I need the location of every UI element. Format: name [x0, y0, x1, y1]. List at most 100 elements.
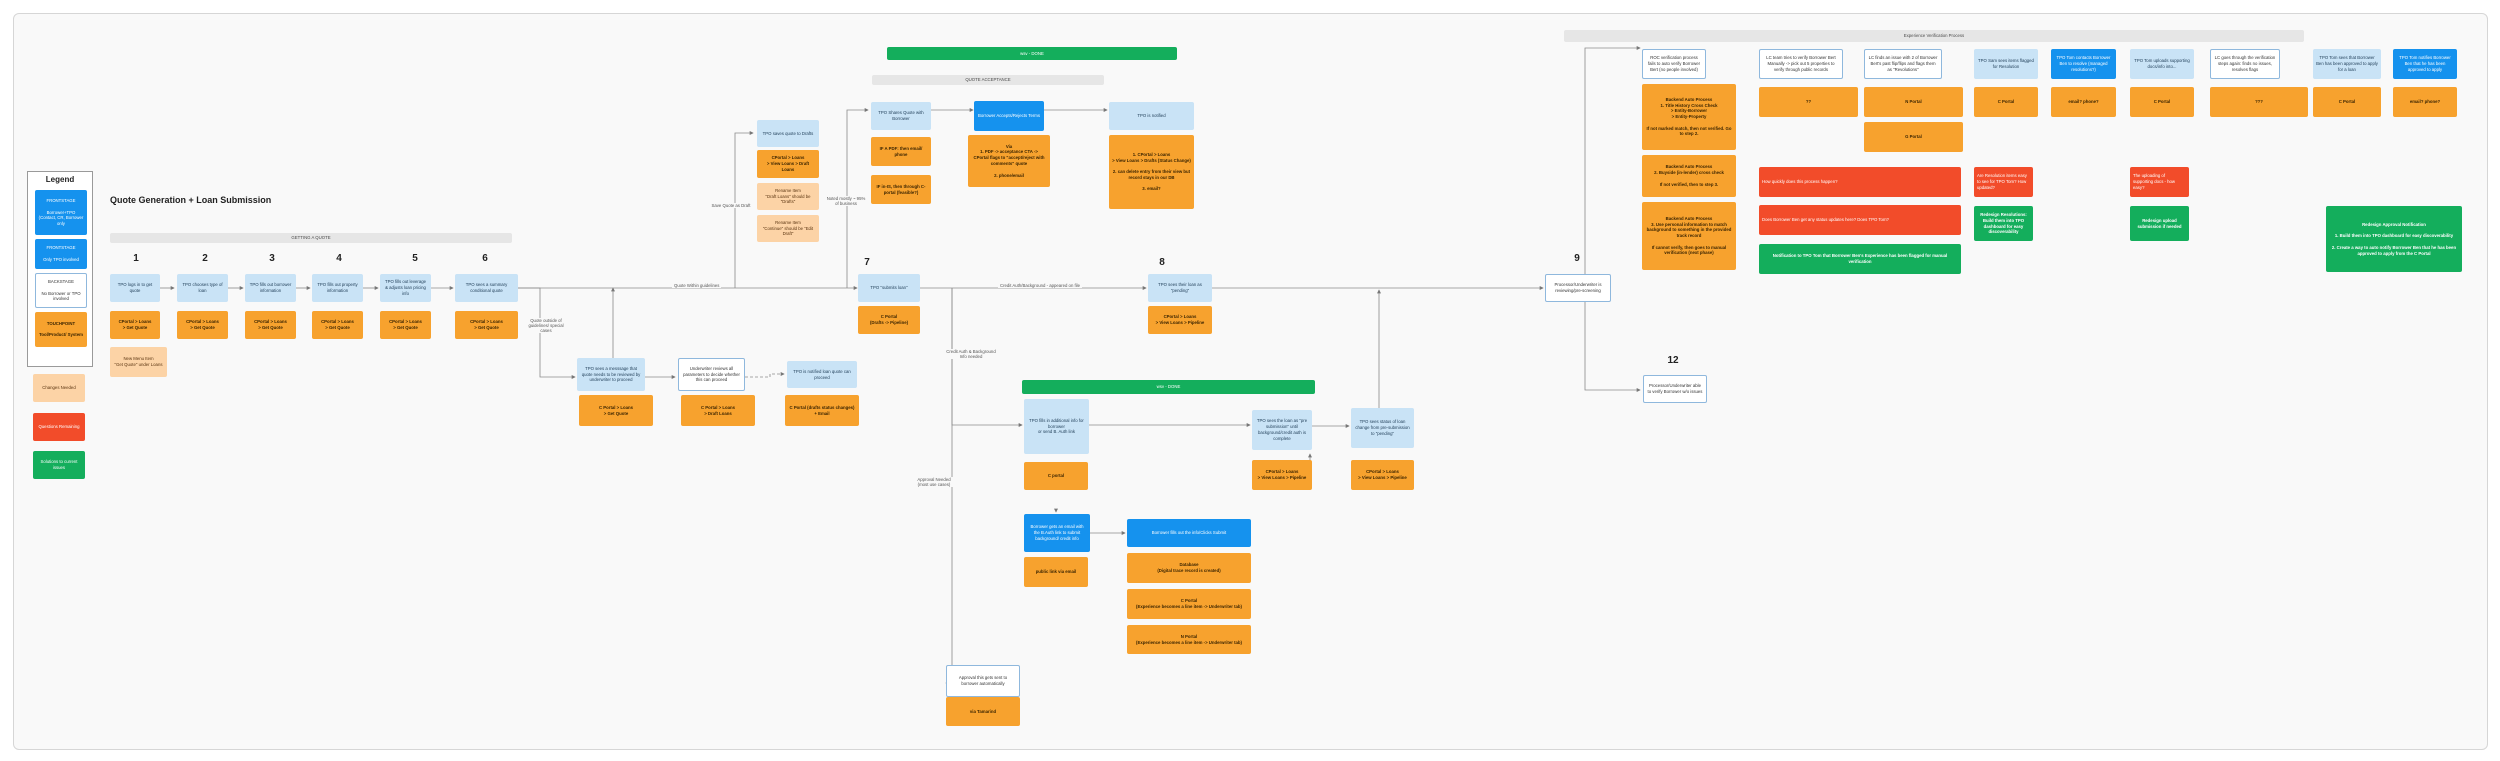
touchpoint-draft-status-email: C Portal (drafts status changes) + Email: [785, 395, 859, 426]
legend-title: Legend: [45, 175, 75, 184]
node-tpo-submit-loan: TPO "submits loan": [858, 274, 920, 302]
edge-label-outside-guidelines: Quote outside of guidelines/ special cas…: [528, 318, 564, 333]
legend-frontstage-both: FRONTSTAGE Borrower+TPO (Contact, CR, Bo…: [35, 190, 87, 235]
touchpoint-c-portal-additional: C portal: [1024, 462, 1088, 490]
section-wsv-done-1: wsv - DONE: [887, 47, 1177, 60]
step-number-12: 12: [1667, 355, 1679, 366]
step-number-7: 7: [864, 257, 870, 268]
ev-touchpoint-c-portal-3: C Portal: [2313, 87, 2381, 117]
ev-solution-notification: Notification to TPO Tom that Borrower Be…: [1759, 244, 1961, 274]
ev-question-resolution-visibility: Are Resolution items easy to see for TPO…: [1974, 167, 2033, 197]
step-number-9: 9: [1574, 253, 1580, 264]
node-approval-sent: Approval this gets sent to borrower auto…: [946, 665, 1020, 697]
touchpoint-step3: CPortal > Loans > Get Quote: [245, 311, 296, 339]
section-getting-quote: GETTING A QUOTE: [110, 233, 512, 243]
node-tpo-loan-pending: TPO sees their loan as "pending": [1148, 274, 1212, 302]
node-processor-verify: Processor/Underwriter able to verify Bor…: [1643, 375, 1707, 403]
edge-label-credit-on-file: Credit Auth/Background - appeared on fil…: [998, 283, 1083, 288]
touchpoint-step4: CPortal > Loans > Get Quote: [312, 311, 363, 339]
touchpoint-review-message: C Portal > Loans > Get Quote: [579, 395, 653, 426]
step-number-4: 4: [336, 253, 342, 264]
step-number-8: 8: [1159, 257, 1165, 268]
ev-touchpoint-c-portal-2: C Portal: [2130, 87, 2194, 117]
ev-solution-redesign-resolutions: Redesign Resolutions: Build them into TP…: [1974, 206, 2033, 241]
ev-question-upload-ease: The uploading of supporting docs - how e…: [2130, 167, 2189, 197]
legend-solutions: Solutions to current issues: [33, 451, 85, 479]
touchpoint-database-record: Database (Digital trace record is create…: [1127, 553, 1251, 583]
edge-label-within-guidelines: Quote Within guidelines: [672, 283, 722, 288]
edge-label-save-draft: Save Quote as Draft: [707, 203, 755, 208]
legend-backstage: BACKSTAGE No Borrower or TPO involved: [35, 273, 87, 308]
ev-touchpoint-email-phone-2: email? phone?: [2393, 87, 2457, 117]
touchpoint-c-portal-experience: C Portal (Experience becomes a line item…: [1127, 589, 1251, 619]
touchpoint-submit-loan: C Portal (Drafts -> Pipeline): [858, 306, 920, 334]
node-underwriter-review: Underwriter reviews all parameters to de…: [678, 358, 745, 391]
touchpoint-draft-loans: C Portal > Loans > Draft Loans: [681, 395, 755, 426]
step-number-5: 5: [412, 253, 418, 264]
legend: Legend FRONTSTAGE Borrower+TPO (Contact,…: [27, 171, 93, 367]
ev-backend-process-1: Backend Auto Process 1. Title History Cr…: [1642, 84, 1736, 150]
ev-step-manual-verify: LC team tries to verify Borrower Bert Ma…: [1759, 49, 1843, 79]
ev-step-tpo-sees-flags: TPO Sam sees items flagged for Resolutio…: [1974, 49, 2038, 79]
step-number-6: 6: [482, 253, 488, 264]
touchpoint-step1: CPortal > Loans > Get Quote: [110, 311, 160, 339]
touchpoint-status-pending: CPortal > Loans > View Loans > Pipeline: [1351, 460, 1414, 490]
section-quote-acceptance: QUOTE ACCEPTANCE: [872, 75, 1104, 85]
node-tpo-review-message: TPO sees a messsage that quote needs to …: [577, 358, 645, 391]
legend-questions-remaining: Questions Remaining: [33, 413, 85, 441]
ev-solution-redesign-upload: Redesign upload submission if needed: [2130, 206, 2189, 241]
touchpoint-tamarind: via Tamarind: [946, 697, 1020, 726]
ev-touchpoint-unknown: ??: [1759, 87, 1858, 117]
node-tpo-additional-info: TPO fills in additional info for borrowe…: [1024, 399, 1089, 454]
ev-step-tpo-uploads-docs: TPO Tom uploads supporting docs/info int…: [2130, 49, 2194, 79]
ev-touchpoint-email-phone-1: email? phone?: [2051, 87, 2116, 117]
section-wsv-done-2: wsv - DONE: [1022, 380, 1315, 394]
change-new-menu-item: New Menu Item "Get Quote" under Loans: [110, 347, 167, 377]
node-tpo-property-info: TPO fills out property information: [312, 274, 363, 302]
node-tpo-notified-proceed: TPO is notified loan quote can proceed: [787, 361, 857, 388]
ev-touchpoint-unknown-2: ???: [2210, 87, 2308, 117]
node-tpo-notified-accept: TPO is notified: [1109, 102, 1194, 130]
node-tpo-share-quote: TPO Shares Quote with Borrower: [871, 102, 931, 130]
ev-touchpoint-n-portal: N Portal: [1864, 87, 1963, 117]
node-tpo-status-pending: TPO sees status of loan change from pre-…: [1351, 408, 1414, 448]
node-borrower-submits-info: Borrower fills out the info/Clicks Submi…: [1127, 519, 1251, 547]
page-title: Quote Generation + Loan Submission: [110, 195, 272, 205]
edge-label-most-business: Noted mostly ~ 95% of business: [826, 196, 866, 206]
section-experience-verification: Experience Verification Process: [1564, 30, 2304, 42]
edge-label-credit-needed: Credit Auth & Background Info needed: [944, 349, 998, 359]
touchpoint-step2: CPortal > Loans > Get Quote: [177, 311, 228, 339]
touchpoint-n-portal-experience: N Portal (Experience becomes a line item…: [1127, 625, 1251, 654]
ev-solution-approval-notification: Redesign Approval Notification 1. Build …: [2326, 206, 2462, 272]
edge-label-approval-needed: Approval Needed (most use cases): [911, 477, 957, 487]
ev-touchpoint-g-portal: G Portal: [1864, 122, 1963, 152]
node-processor-review: Processor/Underwriter is reviewing/pre-s…: [1545, 274, 1611, 302]
node-borrower-accepts: Borrower Accepts/Rejects Terms: [974, 101, 1044, 131]
step-number-1: 1: [133, 253, 139, 264]
ev-question-process-speed: How quickly does this process happen?: [1759, 167, 1961, 197]
step-number-2: 2: [202, 253, 208, 264]
node-tpo-leverage: TPO fills out leverage & adjusts loan pr…: [380, 274, 431, 302]
change-rename-drafts: Rename Item "Draft Loans" should be "Dra…: [757, 183, 819, 210]
node-tpo-login: TPO logs in to get quote: [110, 274, 160, 302]
ev-step-tpo-contacts-borrower: TPO Tom contacts Borrower Ben to resolve…: [2051, 49, 2116, 79]
node-tpo-borrower-info: TPO fills out borrower information: [245, 274, 296, 302]
ev-question-status-updates: Does Borrower Ben get any status updates…: [1759, 205, 1961, 235]
touchpoint-pre-submission: CPortal > Loans > View Loans > Pipeline: [1252, 460, 1312, 490]
touchpoint-public-link-email: public link via email: [1024, 557, 1088, 587]
node-borrower-auth-email: Borrower gets an email with the B.Auth l…: [1024, 514, 1090, 552]
legend-frontstage-tpo: FRONTSTAGE Only TPO involved: [35, 239, 87, 269]
ev-step-flag-revolutions: LC finds an issue with 2 of Borrower Ber…: [1864, 49, 1942, 79]
ev-step-lc-resolves-flags: LC goes through the verification steps a…: [2210, 49, 2280, 79]
legend-touchpoint: TOUCHPOINT Tool/Product/ System: [35, 312, 87, 347]
touchpoint-save-draft: CPortal > Loans > View Loans > Draft Loa…: [757, 150, 819, 178]
step-number-3: 3: [269, 253, 275, 264]
node-tpo-summary: TPO sees a summary conditional quote: [455, 274, 518, 302]
touchpoint-status-change: 1. CPortal > Loans > View Loans > Drafts…: [1109, 135, 1194, 209]
touchpoint-accept-methods: Via 1. PDF -> acceptance CTA -> CPortal …: [968, 135, 1050, 187]
node-tpo-pre-submission: TPO sees the loan as "pre submission" un…: [1252, 410, 1312, 450]
node-tpo-loan-type: TPO chooses type of loan: [177, 274, 228, 302]
legend-changes-needed: Changes Needed: [33, 374, 85, 402]
ev-backend-process-2: Backend Auto Process 2. Buyside (in-lend…: [1642, 155, 1736, 197]
ev-step-tpo-notifies-borrower: TPO Tom notifies Borrower Ben that he ha…: [2393, 49, 2457, 79]
